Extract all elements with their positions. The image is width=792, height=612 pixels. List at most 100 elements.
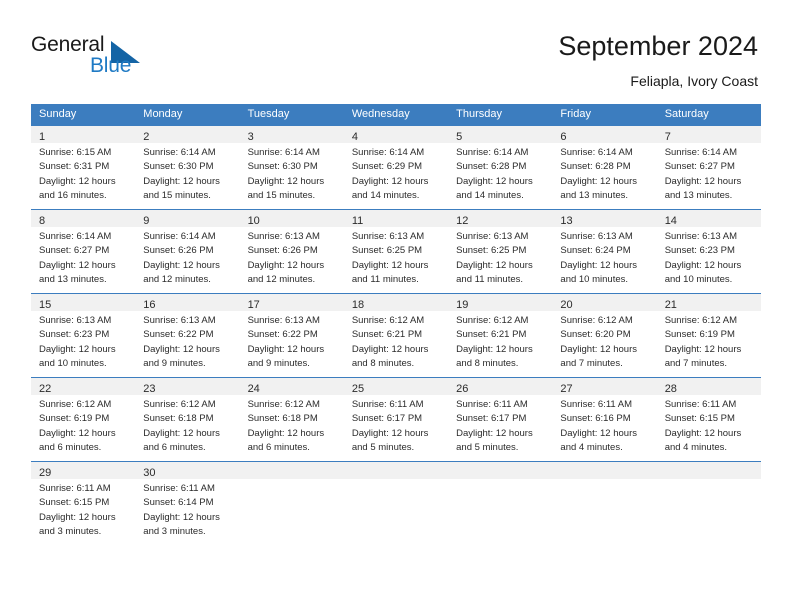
daylight-text-line1: Daylight: 12 hours: [247, 175, 325, 187]
calendar-day-cell[interactable]: 17 Sunrise: 6:13 AM Sunset: 6:22 PM Dayligh…: [239, 293, 344, 378]
calendar-week-row: 15 Sunrise: 6:13 AM Sunset: 6:23 PM Dayligh…: [31, 293, 761, 378]
calendar-day-cell[interactable]: 2 Sunrise: 6:14 AM Sunset: 6:30 PM Daylight…: [135, 125, 240, 210]
sunrise-text: Sunrise: 6:13 AM: [247, 315, 320, 326]
day-number-band: 22: [31, 378, 136, 395]
sunrise-text: Sunrise: 6:13 AM: [560, 231, 633, 242]
daylight-text-line1: Daylight: 12 hours: [247, 427, 325, 439]
sunset-text: Sunset: 6:21 PM: [456, 329, 527, 341]
day-number: 1: [39, 131, 46, 143]
calendar-day-cell[interactable]: 20 Sunrise: 6:12 AM Sunset: 6:20 PM Dayligh…: [552, 293, 657, 378]
day-number: 10: [247, 215, 260, 227]
calendar-day-cell[interactable]: 27 Sunrise: 6:11 AM Sunset: 6:16 PM Dayligh…: [552, 377, 657, 462]
daylight-text-line2: and 5 minutes.: [351, 441, 415, 453]
sunrise-text: Sunrise: 6:12 AM: [39, 399, 112, 410]
calendar-day-cell[interactable]: 18 Sunrise: 6:12 AM Sunset: 6:21 PM Dayligh…: [343, 293, 449, 378]
day-details: Sunrise: 6:14 AM Sunset: 6:28 PM Daylight:…: [552, 143, 656, 205]
sunrise-text: Sunrise: 6:12 AM: [560, 315, 633, 326]
sunrise-text: Sunrise: 6:14 AM: [456, 147, 529, 158]
daylight-text-line1: Daylight: 12 hours: [560, 175, 637, 187]
sunrise-text: Sunrise: 6:14 AM: [39, 231, 112, 242]
calendar-day-cell[interactable]: 28 Sunrise: 6:11 AM Sunset: 6:15 PM Dayligh…: [656, 377, 761, 462]
day-number-band: 12: [448, 210, 553, 227]
daylight-text-line1: Daylight: 12 hours: [143, 511, 220, 523]
day-details: Sunrise: 6:13 AM Sunset: 6:22 PM Daylight:…: [240, 311, 344, 373]
calendar-table: Sunday Monday Tuesday Wednesday Thursday…: [31, 104, 761, 545]
title-block: September 2024 Feliapla, Ivory Coast: [558, 30, 758, 90]
calendar-day-cell[interactable]: 14 Sunrise: 6:13 AM Sunset: 6:23 PM Dayligh…: [656, 209, 761, 294]
calendar-day-cell[interactable]: 3 Sunrise: 6:14 AM Sunset: 6:30 PM Daylight…: [239, 125, 344, 210]
day-number: 16: [143, 299, 156, 311]
calendar-day-cell[interactable]: 7 Sunrise: 6:14 AM Sunset: 6:27 PM Daylight…: [656, 125, 761, 210]
calendar-day-cell[interactable]: 26 Sunrise: 6:11 AM Sunset: 6:17 PM Dayligh…: [448, 377, 553, 462]
calendar-day-cell[interactable]: 15 Sunrise: 6:13 AM Sunset: 6:23 PM Dayligh…: [31, 293, 136, 378]
day-number-band: 15: [31, 294, 136, 311]
daylight-text-line1: Daylight: 12 hours: [456, 175, 533, 187]
daylight-text-line1: Daylight: 12 hours: [560, 427, 637, 439]
sunrise-text: Sunrise: 6:13 AM: [39, 315, 112, 326]
day-details: [344, 479, 448, 484]
calendar-day-cell[interactable]: 24 Sunrise: 6:12 AM Sunset: 6:18 PM Dayligh…: [239, 377, 344, 462]
day-number-band: 25: [343, 378, 449, 395]
day-number: 8: [39, 215, 46, 227]
day-number: 12: [456, 215, 469, 227]
day-number-band: [343, 462, 449, 479]
calendar-day-cell[interactable]: 23 Sunrise: 6:12 AM Sunset: 6:18 PM Dayligh…: [135, 377, 240, 462]
daylight-text-line2: and 13 minutes.: [664, 189, 733, 201]
calendar-day-cell[interactable]: 9 Sunrise: 6:14 AM Sunset: 6:26 PM Daylight…: [135, 209, 240, 294]
daylight-text-line1: Daylight: 12 hours: [143, 427, 220, 439]
sunrise-text: Sunrise: 6:11 AM: [143, 483, 215, 494]
daylight-text-line1: Daylight: 12 hours: [143, 343, 220, 355]
day-details: [552, 479, 656, 484]
daylight-text-line1: Daylight: 12 hours: [247, 259, 325, 271]
sunset-text: Sunset: 6:17 PM: [351, 413, 423, 425]
day-number-band: 9: [135, 210, 240, 227]
day-details: Sunrise: 6:12 AM Sunset: 6:19 PM Daylight:…: [657, 311, 761, 373]
calendar-day-cell[interactable]: 10 Sunrise: 6:13 AM Sunset: 6:26 PM Dayligh…: [239, 209, 344, 294]
calendar-day-cell[interactable]: 13 Sunrise: 6:13 AM Sunset: 6:24 PM Dayligh…: [552, 209, 657, 294]
calendar-day-cell[interactable]: 29 Sunrise: 6:11 AM Sunset: 6:15 PM Dayligh…: [31, 461, 136, 545]
calendar-cell-empty: [552, 461, 657, 545]
day-details: Sunrise: 6:12 AM Sunset: 6:20 PM Daylight:…: [552, 311, 656, 373]
day-number: 21: [664, 299, 677, 311]
daylight-text-line2: and 10 minutes.: [39, 357, 107, 369]
calendar-day-cell[interactable]: 25 Sunrise: 6:11 AM Sunset: 6:17 PM Dayligh…: [343, 377, 449, 462]
calendar-week-row: 22 Sunrise: 6:12 AM Sunset: 6:19 PM Dayligh…: [31, 377, 761, 462]
calendar-day-cell[interactable]: 4 Sunrise: 6:14 AM Sunset: 6:29 PM Daylight…: [343, 125, 449, 210]
day-number-band: 6: [552, 126, 657, 143]
day-details: Sunrise: 6:11 AM Sunset: 6:16 PM Daylight:…: [552, 395, 656, 457]
calendar-day-cell[interactable]: 1 Sunrise: 6:15 AM Sunset: 6:31 PM Daylight…: [31, 125, 136, 210]
calendar-day-cell[interactable]: 8 Sunrise: 6:14 AM Sunset: 6:27 PM Daylight…: [31, 209, 136, 294]
calendar-day-cell[interactable]: 16 Sunrise: 6:13 AM Sunset: 6:22 PM Dayligh…: [135, 293, 240, 378]
day-number-band: 29: [31, 462, 136, 479]
day-details: Sunrise: 6:12 AM Sunset: 6:18 PM Daylight:…: [135, 395, 239, 457]
calendar-day-cell[interactable]: 6 Sunrise: 6:14 AM Sunset: 6:28 PM Daylight…: [552, 125, 657, 210]
sunset-text: Sunset: 6:19 PM: [39, 413, 110, 425]
day-number-band: 1: [31, 126, 136, 143]
calendar-day-cell[interactable]: 11 Sunrise: 6:13 AM Sunset: 6:25 PM Dayligh…: [343, 209, 449, 294]
daylight-text-line1: Daylight: 12 hours: [351, 259, 429, 271]
brand-logo[interactable]: General Blue: [31, 33, 161, 81]
calendar-day-cell[interactable]: 22 Sunrise: 6:12 AM Sunset: 6:19 PM Dayligh…: [31, 377, 136, 462]
daylight-text-line1: Daylight: 12 hours: [664, 343, 742, 355]
daylight-text-line2: and 15 minutes.: [247, 189, 316, 201]
daylight-text-line1: Daylight: 12 hours: [560, 343, 637, 355]
day-details: Sunrise: 6:14 AM Sunset: 6:27 PM Daylight:…: [31, 227, 135, 289]
daylight-text-line2: and 15 minutes.: [143, 189, 211, 201]
day-number-band: 2: [135, 126, 240, 143]
calendar-day-cell[interactable]: 21 Sunrise: 6:12 AM Sunset: 6:19 PM Dayligh…: [656, 293, 761, 378]
weekday-header-saturday: Saturday: [656, 104, 761, 126]
daylight-text-line1: Daylight: 12 hours: [351, 427, 429, 439]
calendar-day-cell[interactable]: 19 Sunrise: 6:12 AM Sunset: 6:21 PM Dayligh…: [448, 293, 553, 378]
calendar-day-cell[interactable]: 5 Sunrise: 6:14 AM Sunset: 6:28 PM Daylight…: [448, 125, 553, 210]
day-details: Sunrise: 6:14 AM Sunset: 6:28 PM Daylight:…: [448, 143, 552, 205]
day-number-band: 14: [656, 210, 761, 227]
daylight-text-line1: Daylight: 12 hours: [39, 511, 116, 523]
calendar-page: General Blue September 2024 Feliapla, Iv…: [0, 0, 792, 612]
calendar-day-cell[interactable]: 30 Sunrise: 6:11 AM Sunset: 6:14 PM Dayligh…: [135, 461, 240, 545]
day-details: Sunrise: 6:15 AM Sunset: 6:31 PM Daylight:…: [31, 143, 135, 205]
calendar-day-cell[interactable]: 12 Sunrise: 6:13 AM Sunset: 6:25 PM Dayligh…: [448, 209, 553, 294]
day-details: Sunrise: 6:13 AM Sunset: 6:23 PM Daylight:…: [657, 227, 761, 289]
sunset-text: Sunset: 6:17 PM: [456, 413, 527, 425]
sunrise-text: Sunrise: 6:13 AM: [456, 231, 529, 242]
sunrise-text: Sunrise: 6:11 AM: [39, 483, 111, 494]
